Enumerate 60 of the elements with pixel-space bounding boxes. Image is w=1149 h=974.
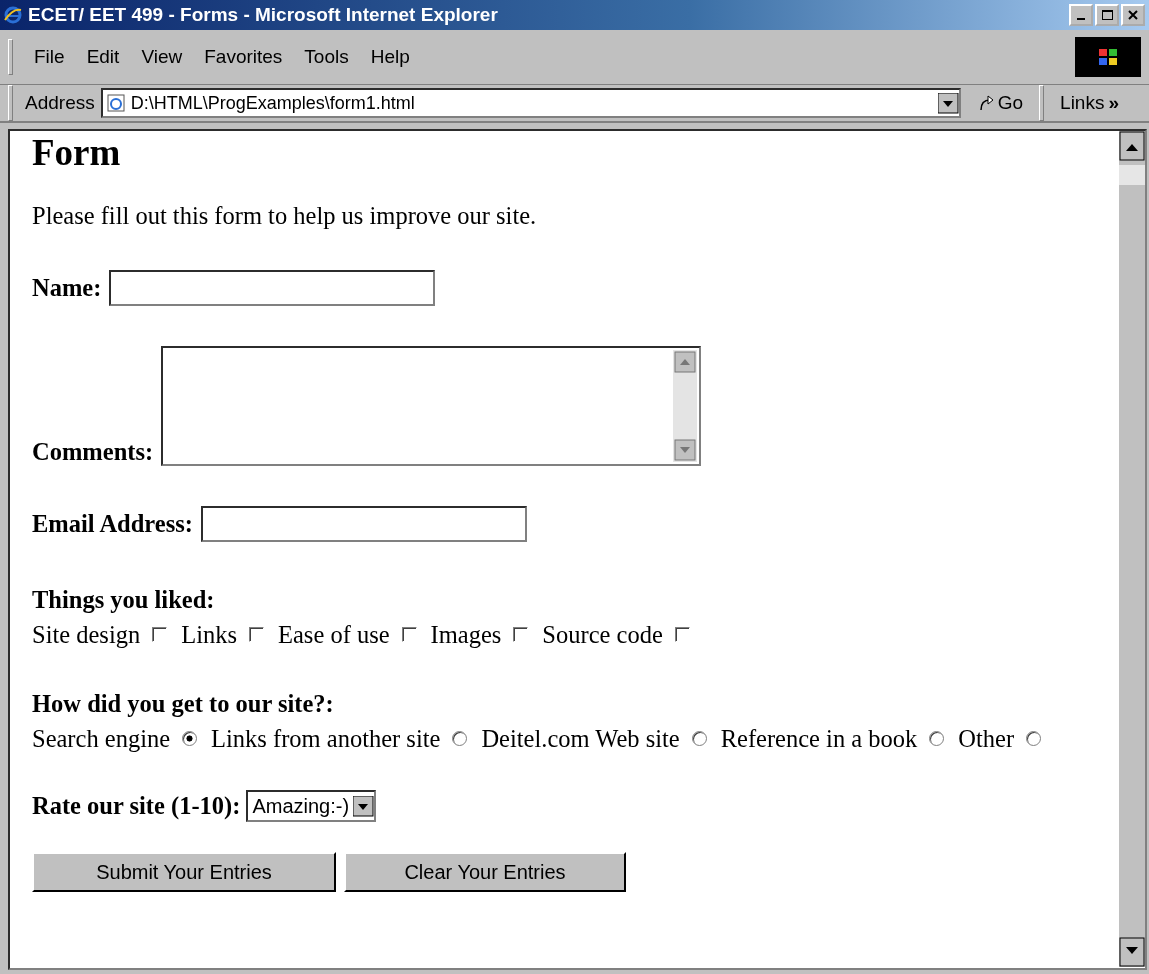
- checkbox-label: Images: [430, 620, 502, 650]
- email-field[interactable]: [200, 506, 527, 542]
- maximize-icon: [1101, 10, 1113, 20]
- rating-select[interactable]: Amazing:-): [246, 790, 377, 822]
- dropdown-arrow-icon: [353, 795, 375, 817]
- radio-label: Other: [958, 724, 1015, 754]
- reset-button[interactable]: Clear Your Entries: [344, 852, 626, 892]
- scrollbar-icon: [1119, 131, 1145, 967]
- radio-button[interactable]: [452, 731, 468, 746]
- radio-label: Deitel.com Web site: [481, 724, 680, 754]
- group-label: How did you get to our site?:: [32, 689, 335, 719]
- menu-item[interactable]: View: [132, 46, 192, 68]
- checkbox-label: Source code: [542, 620, 663, 650]
- radio-label: Links from another site: [211, 724, 441, 754]
- checkbox-label: Site design: [32, 620, 141, 650]
- checkbox[interactable]: [249, 627, 265, 642]
- field-label: Name:: [32, 274, 102, 302]
- flag-logo-icon: [1075, 37, 1141, 77]
- checkbox-label: Ease of use: [278, 620, 390, 650]
- menu-item[interactable]: Favorites: [195, 46, 292, 68]
- page-icon: [106, 94, 125, 112]
- intro-text: Please fill out this form to help us improve our site.: [32, 202, 537, 230]
- go-button[interactable]: Go: [964, 92, 1036, 114]
- submit-button[interactable]: Submit Your Entries: [32, 852, 336, 892]
- toolbar-grip: [1039, 85, 1045, 121]
- checkbox[interactable]: [513, 627, 529, 642]
- address-label: Address: [25, 92, 95, 114]
- close-button[interactable]: [1121, 4, 1145, 26]
- close-icon: [1128, 10, 1138, 20]
- toolbar-grip: [8, 85, 13, 121]
- radio-button[interactable]: [1026, 731, 1042, 746]
- links-button[interactable]: Links »: [1056, 92, 1123, 114]
- radio-button[interactable]: [182, 731, 198, 746]
- field-label: Email Address:: [32, 510, 193, 538]
- minimize-icon: [1077, 18, 1085, 20]
- comments-field[interactable]: [161, 346, 702, 466]
- radio-label: Search engine: [32, 724, 171, 754]
- maximize-button[interactable]: [1095, 4, 1119, 26]
- field-label: Comments:: [32, 438, 154, 466]
- menu-item[interactable]: Help: [361, 46, 419, 68]
- checkbox-label: Links: [181, 620, 238, 650]
- minimize-button[interactable]: [1069, 4, 1093, 26]
- browser-logo-icon: [4, 6, 22, 24]
- radio-button[interactable]: [929, 731, 945, 746]
- menu-item[interactable]: Edit: [77, 46, 129, 68]
- checkbox[interactable]: [401, 627, 417, 642]
- address-field[interactable]: D:\HTML\ProgExamples\form1.html: [100, 88, 961, 118]
- window-title: ECET/ EET 499 - Forms - Microsoft Internet Explorer: [28, 4, 499, 26]
- radio-label: Reference in a book: [720, 724, 918, 754]
- dropdown-arrow-icon: [937, 92, 959, 114]
- checkbox[interactable]: [674, 627, 690, 642]
- menu-item[interactable]: File: [25, 46, 74, 68]
- field-label: Rate our site (1-10):: [32, 792, 241, 820]
- page-heading: Form: [32, 131, 121, 174]
- textarea-scrollbar-icon: [673, 350, 698, 462]
- menu-item[interactable]: Tools: [295, 46, 358, 68]
- name-field[interactable]: [109, 270, 436, 306]
- toolbar-grip: [8, 39, 13, 75]
- group-label: Things you liked:: [32, 585, 216, 615]
- checkbox[interactable]: [152, 627, 168, 642]
